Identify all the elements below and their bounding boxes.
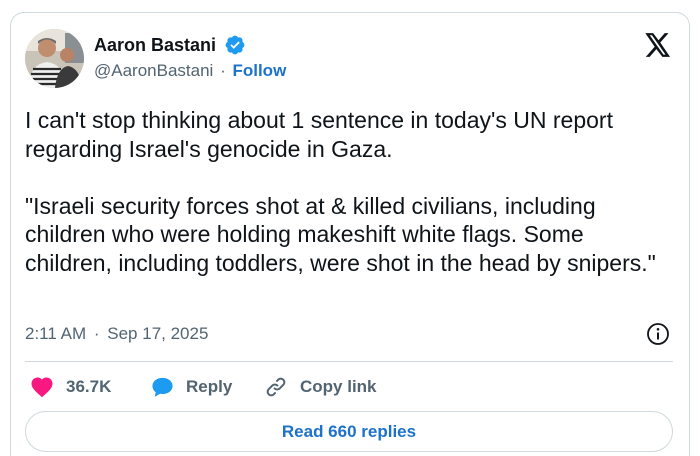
handle-row: @AaronBastani · Follow xyxy=(94,61,286,81)
verified-badge-icon xyxy=(225,35,245,55)
reply-button[interactable]: Reply xyxy=(151,374,232,400)
info-icon[interactable] xyxy=(646,322,670,346)
heart-icon xyxy=(31,377,53,398)
separator: · xyxy=(93,324,100,343)
tweet-text: I can't stop thinking about 1 sentence i… xyxy=(25,107,656,276)
copy-link-label: Copy link xyxy=(300,377,377,396)
timestamp[interactable]: 2:11 AM · Sep 17, 2025 xyxy=(25,324,208,344)
avatar[interactable] xyxy=(25,29,84,88)
like-button[interactable]: 36.7K xyxy=(30,374,111,400)
read-replies-button[interactable]: Read 660 replies xyxy=(25,411,673,452)
divider xyxy=(25,361,673,362)
x-logo-icon[interactable] xyxy=(645,33,671,57)
link-icon xyxy=(266,377,286,397)
author-handle[interactable]: @AaronBastani xyxy=(94,61,213,80)
follow-button[interactable]: Follow xyxy=(232,61,286,80)
author-display-name[interactable]: Aaron Bastani xyxy=(94,35,216,56)
separator: · xyxy=(220,61,226,80)
like-count: 36.7K xyxy=(66,377,112,396)
copy-link-button[interactable]: Copy link xyxy=(264,374,377,400)
speech-bubble-icon xyxy=(152,377,173,397)
reply-label: Reply xyxy=(186,377,233,396)
tweet-time[interactable]: 2:11 AM xyxy=(25,324,86,343)
tweet-date[interactable]: Sep 17, 2025 xyxy=(107,324,208,343)
